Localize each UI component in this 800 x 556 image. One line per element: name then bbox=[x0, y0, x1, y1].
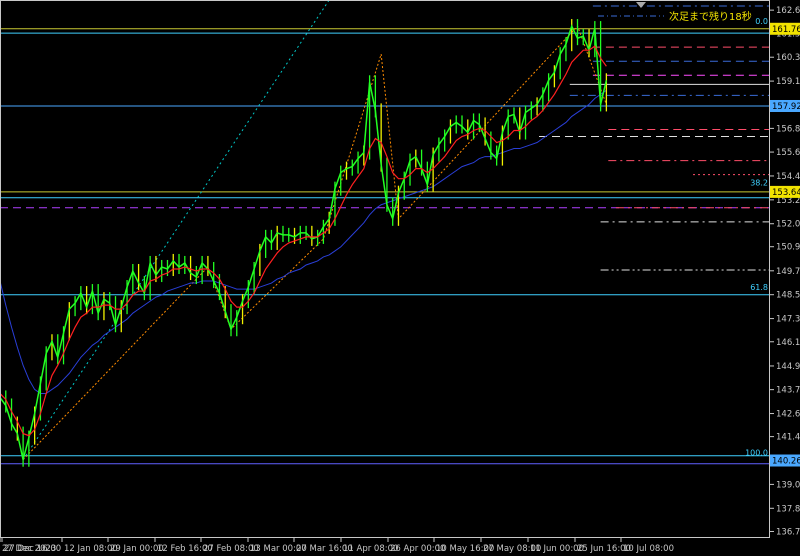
y-tick-label: 146.175 bbox=[776, 338, 800, 348]
price-tag-label: 161.766 bbox=[772, 25, 800, 35]
y-tick-label: 159.160 bbox=[776, 77, 800, 87]
y-tick-label: 137.880 bbox=[776, 504, 800, 514]
y-tick-label: 142.600 bbox=[776, 410, 800, 420]
y-tick-label: 147.330 bbox=[776, 315, 800, 325]
fib-label: 61.8 bbox=[750, 283, 768, 292]
x-tick-label: 11 Jun 00:00 bbox=[530, 544, 584, 554]
y-tick-label: 150.910 bbox=[776, 243, 800, 253]
x-tick-label: 10 Jul 08:00 bbox=[623, 544, 674, 554]
y-tick-label: 144.970 bbox=[776, 362, 800, 372]
y-tick-label: 156.805 bbox=[776, 124, 800, 134]
y-tick-label: 149.710 bbox=[776, 267, 800, 277]
y-tick-label: 152.055 bbox=[776, 220, 800, 230]
price-tag-label: 140.260 bbox=[772, 457, 800, 467]
y-tick-label: 154.435 bbox=[776, 172, 800, 182]
countdown-timer: 次足まで残り18秒 bbox=[669, 10, 752, 23]
fib-label: 100.0 bbox=[745, 449, 768, 458]
y-tick-label: 155.625 bbox=[776, 148, 800, 158]
price-tag-label: 157.920 bbox=[772, 102, 800, 112]
x-tick-label: 29 Jan 00:00 bbox=[110, 544, 164, 554]
fib-label: 38.2 bbox=[750, 179, 768, 188]
x-tick-label: 27 Dec 16:00 bbox=[4, 544, 61, 554]
chart-background bbox=[0, 0, 800, 556]
y-tick-label: 162.695 bbox=[776, 6, 800, 16]
y-tick-label: 136.725 bbox=[776, 527, 800, 537]
y-tick-label: 148.520 bbox=[776, 291, 800, 301]
y-tick-label: 141.450 bbox=[776, 433, 800, 443]
price-tag-label: 153.641 bbox=[772, 188, 800, 198]
price-chart[interactable]: 162.695161.540160.350159.160157.920156.8… bbox=[0, 0, 800, 556]
fib-label: 0.0 bbox=[755, 17, 768, 26]
y-tick-label: 143.790 bbox=[776, 386, 800, 396]
y-tick-label: 160.350 bbox=[776, 53, 800, 63]
y-tick-label: 139.070 bbox=[776, 480, 800, 490]
